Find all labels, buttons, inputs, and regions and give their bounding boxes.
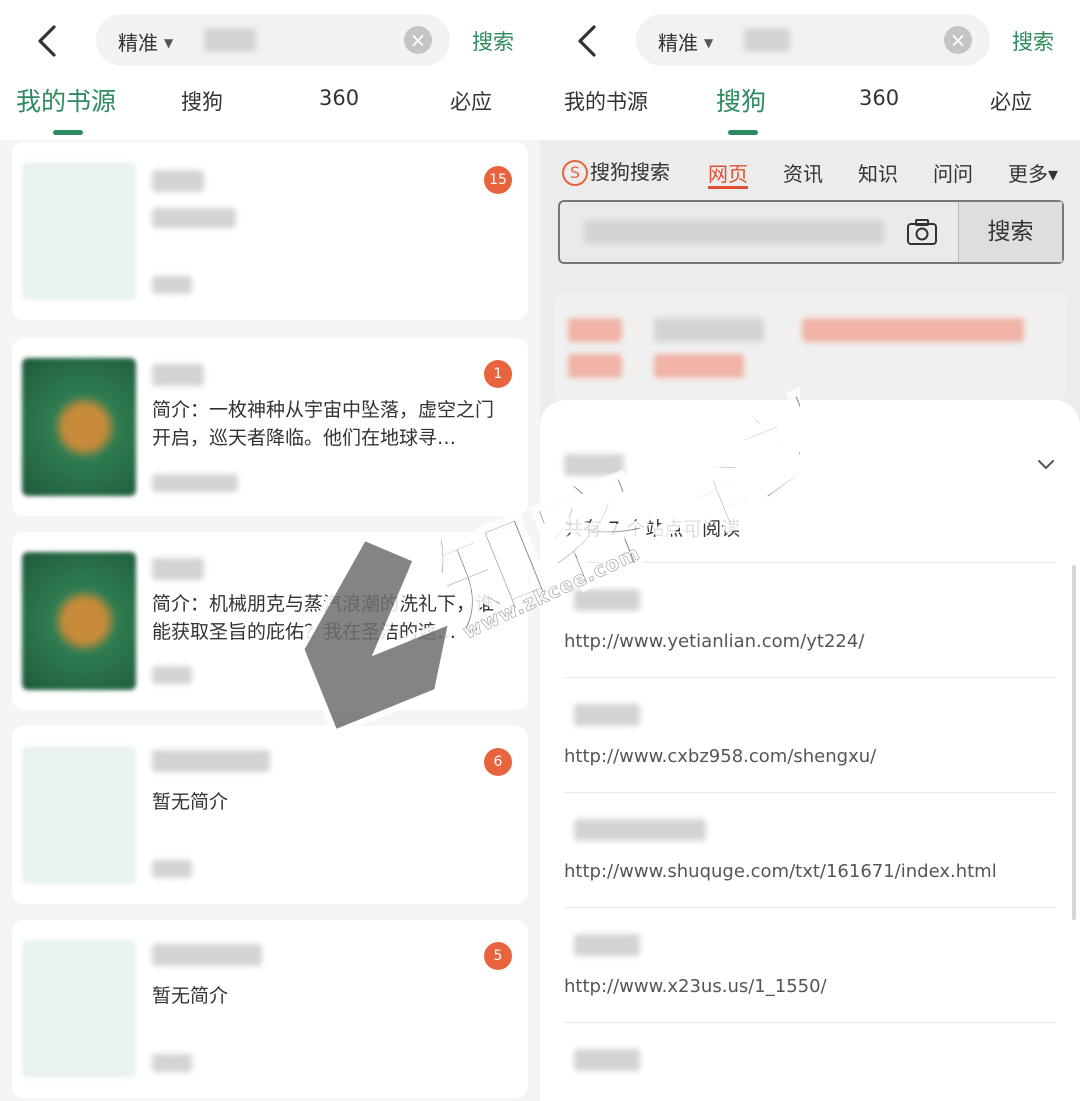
result-line-blurred	[568, 318, 622, 342]
search-mode-label: 精准	[658, 31, 698, 55]
search-button[interactable]: 搜索	[1012, 26, 1054, 56]
tab-sogou[interactable]: 搜狗	[181, 86, 223, 116]
site-name-blurred	[574, 1049, 640, 1071]
caret-down-icon: ▼	[164, 36, 174, 50]
book-card[interactable]: 15	[12, 142, 528, 320]
search-mode-dropdown[interactable]: 精准 ▼	[118, 27, 173, 56]
search-box[interactable]: 精准 ▼ ×	[96, 14, 450, 66]
tab-360[interactable]: 360	[859, 86, 899, 110]
sogou-nav-news[interactable]: 资讯	[783, 158, 823, 187]
search-mode-dropdown[interactable]: 精准 ▼	[658, 27, 713, 56]
tab-my-sources[interactable]: 我的书源	[564, 86, 648, 116]
sogou-logo-text: 搜狗搜索	[590, 160, 670, 184]
tab-indicator	[728, 130, 758, 135]
tab-360[interactable]: 360	[319, 86, 359, 110]
book-author-blurred	[152, 1054, 192, 1072]
top-bar: 精准 ▼ × 搜索 我的书源 搜狗 360 必应	[0, 0, 540, 140]
search-query-blurred[interactable]	[744, 28, 790, 52]
site-url: http://www.x23us.us/1_1550/	[564, 976, 827, 997]
book-cover	[22, 358, 136, 496]
site-url: http://www.cxbz958.com/shengxu/	[564, 746, 877, 767]
book-card[interactable]: 暂无简介 5	[12, 920, 528, 1098]
search-query-blurred[interactable]	[204, 28, 256, 52]
site-url: http://www.shuquge.com/txt/161671/index.…	[564, 861, 997, 882]
tab-bing[interactable]: 必应	[450, 86, 492, 116]
search-button[interactable]: 搜索	[472, 26, 514, 56]
source-tabs: 我的书源 搜狗 360 必应	[0, 80, 540, 135]
tab-my-sources[interactable]: 我的书源	[16, 82, 116, 118]
book-cover	[22, 552, 136, 690]
site-name-blurred	[574, 819, 706, 841]
book-meta-blurred	[152, 208, 236, 228]
back-arrow-icon[interactable]	[574, 24, 604, 58]
clear-icon[interactable]: ×	[944, 26, 972, 54]
back-arrow-icon[interactable]	[34, 24, 64, 58]
search-box[interactable]: 精准 ▼ ×	[636, 14, 990, 66]
tab-sogou[interactable]: 搜狗	[716, 82, 766, 118]
book-author-blurred	[152, 860, 192, 878]
tab-indicator	[53, 130, 83, 135]
source-count-badge: 5	[484, 942, 512, 970]
sogou-query-blurred	[584, 220, 884, 244]
book-cover	[22, 746, 136, 884]
site-item[interactable]: http://www.x23us.us/1_1550/	[564, 907, 1056, 1022]
watermark-logo: 知客驿站	[297, 369, 800, 737]
book-cover	[22, 162, 136, 300]
book-author-blurred	[152, 474, 238, 492]
book-description: 暂无简介	[152, 985, 229, 1007]
book-author-blurred	[152, 276, 192, 294]
book-cover	[22, 940, 136, 1078]
book-description: 暂无简介	[152, 791, 229, 813]
sogou-nav-knowledge[interactable]: 知识	[858, 158, 898, 187]
site-name-blurred	[574, 934, 640, 956]
chevron-down-icon[interactable]	[1036, 458, 1056, 472]
tab-bing[interactable]: 必应	[990, 86, 1032, 116]
site-item[interactable]	[564, 1022, 1056, 1101]
book-title-blurred	[152, 558, 204, 580]
sogou-search-input[interactable]: 搜索	[558, 200, 1064, 264]
clear-icon[interactable]: ×	[404, 26, 432, 54]
sheet-scrollbar[interactable]	[1072, 565, 1076, 920]
search-mode-label: 精准	[118, 31, 158, 55]
sogou-nav-wenwen[interactable]: 问问	[933, 158, 973, 187]
result-line-blurred	[802, 318, 1024, 342]
book-title-blurred	[152, 170, 204, 192]
source-tabs: 我的书源 搜狗 360 必应	[540, 80, 1080, 135]
sogou-nav-indicator	[708, 186, 748, 189]
sogou-logo: S 搜狗搜索	[562, 156, 670, 186]
sogou-search-button[interactable]: 搜索	[958, 202, 1062, 262]
caret-down-icon: ▼	[704, 36, 714, 50]
book-author-blurred	[152, 666, 192, 684]
top-bar: 精准 ▼ × 搜索 我的书源 搜狗 360 必应	[540, 0, 1080, 140]
result-line-blurred	[654, 318, 764, 342]
site-item[interactable]: http://www.shuquge.com/txt/161671/index.…	[564, 792, 1056, 907]
sogou-logo-icon: S	[562, 160, 588, 186]
book-title-blurred	[152, 944, 262, 966]
sogou-nav-more[interactable]: 更多▾	[1008, 158, 1058, 187]
sogou-nav-web[interactable]: 网页	[708, 158, 748, 187]
source-count-badge: 15	[484, 166, 512, 194]
book-title-blurred	[152, 750, 270, 772]
camera-icon[interactable]	[906, 218, 938, 246]
source-count-badge: 6	[484, 748, 512, 776]
book-title-blurred	[152, 364, 204, 386]
watermark-text: 知客驿站	[417, 371, 800, 655]
book-card[interactable]: 暂无简介 6	[12, 726, 528, 904]
